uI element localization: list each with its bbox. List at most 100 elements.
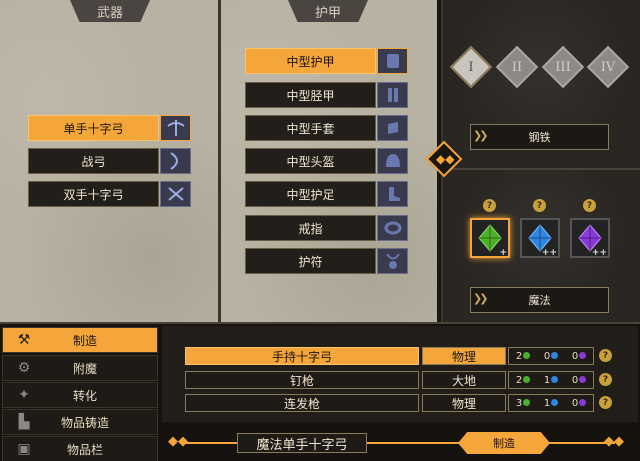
gloves-icon — [377, 115, 408, 141]
purple-gem-icon — [579, 399, 587, 406]
green-gem-icon — [523, 399, 531, 406]
help-icon[interactable]: ? — [583, 199, 596, 212]
purple-gem-icon — [579, 352, 587, 359]
recipe-cost: 3 1 0 — [508, 394, 594, 412]
sidebar-item-label: 物品铸造 — [60, 415, 109, 430]
enchant-select[interactable]: ❯❯ 魔法 — [470, 287, 609, 313]
recipe-row[interactable]: 手持十字弓 物理 2 0 0 ? — [185, 347, 612, 365]
sidebar-item-transform[interactable]: ✦ 转化 — [2, 382, 158, 408]
sidebar-item-label: 制造 — [72, 333, 97, 348]
boots-icon — [377, 181, 408, 207]
armor-item[interactable]: 中型护足 — [245, 181, 408, 207]
cost-purple: 0 — [571, 350, 579, 362]
gem-slot[interactable]: ++ — [570, 218, 610, 258]
sidebar-item-enchant[interactable]: ⚙ 附魔 — [2, 355, 158, 381]
recipe-cost: 2 0 0 — [508, 347, 594, 365]
item-name-field: 魔法单手十字弓 — [237, 433, 367, 453]
weapon-item-label: 双手十字弓 — [28, 181, 159, 207]
chest-armor-icon — [377, 48, 408, 74]
cost-purple: 0 — [571, 374, 579, 386]
armor-item-label: 护符 — [245, 248, 376, 274]
enchant-gear-icon: ⚙ — [17, 360, 31, 376]
sidebar-item-label: 物品栏 — [66, 442, 103, 457]
help-icon[interactable]: ? — [599, 396, 612, 409]
greaves-icon — [377, 82, 408, 108]
tier-label: III — [555, 59, 571, 75]
armor-item[interactable]: 中型头盔 — [245, 148, 408, 174]
enchant-label: 魔法 — [528, 294, 551, 307]
gem-slot[interactable]: + — [470, 218, 510, 258]
tier-label: I — [468, 59, 474, 75]
weapon-item[interactable]: 双手十字弓 — [28, 181, 191, 207]
two-hand-crossbow-icon — [160, 181, 191, 207]
gem-plus: ++ — [591, 248, 607, 258]
green-gem-icon — [523, 376, 531, 383]
recipe-name: 手持十字弓 — [185, 347, 419, 365]
cost-green: 2 — [515, 350, 523, 362]
recipe-type: 物理 — [422, 347, 506, 365]
armor-item-label: 戒指 — [245, 215, 376, 241]
recipe-cost: 2 1 0 — [508, 371, 594, 389]
crossbow-icon — [160, 115, 191, 141]
sidebar-item-craft[interactable]: ⚒ 制造 — [2, 327, 158, 353]
sidebar-item-forge[interactable]: ▙ 物品铸造 — [2, 409, 158, 435]
armor-item-label: 中型胫甲 — [245, 82, 376, 108]
cost-green: 2 — [515, 374, 523, 386]
armor-item[interactable]: 中型胫甲 — [245, 82, 408, 108]
armor-item-label: 中型头盔 — [245, 148, 376, 174]
gem-plus: ++ — [541, 248, 557, 258]
cost-blue: 0 — [543, 350, 551, 362]
sidebar-item-inventory[interactable]: ▣ 物品栏 — [2, 436, 158, 461]
bow-icon — [160, 148, 191, 174]
weapon-item[interactable]: 战弓 — [28, 148, 191, 174]
green-gem-icon — [478, 224, 502, 252]
material-select[interactable]: ❯❯ 钢铁 — [470, 124, 609, 150]
weapon-item-label: 战弓 — [28, 148, 159, 174]
cost-blue: 1 — [543, 374, 551, 386]
recipe-row[interactable]: 钉枪 大地 2 1 0 ? — [185, 371, 612, 389]
backpack-icon: ▣ — [17, 441, 31, 457]
weapon-item[interactable]: 单手十字弓 — [28, 115, 191, 141]
sidebar-item-label: 附魔 — [72, 361, 97, 376]
chevron-right-icon: ❯❯ — [473, 292, 489, 305]
armor-item[interactable]: 中型手套 — [245, 115, 408, 141]
tier-label: II — [511, 59, 523, 75]
recipe-row[interactable]: 连发枪 物理 3 1 0 ? — [185, 394, 612, 412]
armor-item-label: 中型护甲 — [245, 48, 376, 74]
cost-blue: 1 — [543, 397, 551, 409]
material-label: 钢铁 — [528, 131, 551, 144]
ring-icon — [377, 215, 408, 241]
armor-header: 护甲 — [288, 0, 368, 22]
recipe-type: 大地 — [422, 371, 506, 389]
help-icon[interactable]: ? — [533, 199, 546, 212]
blue-gem-icon — [551, 376, 559, 383]
anvil-icon: ▙ — [18, 414, 30, 430]
footer-right-diamond-icon: ◆◆ — [604, 434, 624, 449]
cost-green: 3 — [515, 397, 523, 409]
blue-gem-icon — [551, 352, 559, 359]
recipe-name: 钉枪 — [185, 371, 419, 389]
weapon-item-label: 单手十字弓 — [28, 115, 159, 141]
green-gem-icon — [523, 352, 531, 359]
transform-icon: ✦ — [18, 387, 30, 403]
help-icon[interactable]: ? — [599, 349, 612, 362]
armor-item[interactable]: 戒指 — [245, 215, 408, 241]
helmet-icon — [377, 148, 408, 174]
gem-plus: + — [499, 248, 507, 258]
recipe-name: 连发枪 — [185, 394, 419, 412]
weapons-header: 武器 — [70, 0, 150, 22]
craft-button[interactable]: 制造 — [458, 432, 550, 454]
footer-left-diamond-icon: ◆◆ — [168, 434, 188, 449]
gem-slot[interactable]: ++ — [520, 218, 560, 258]
hammer-wrench-icon: ⚒ — [17, 332, 31, 348]
chevron-right-icon: ❯❯ — [473, 129, 489, 142]
cost-purple: 0 — [571, 397, 579, 409]
armor-item[interactable]: 中型护甲 — [245, 48, 408, 74]
sidebar-item-label: 转化 — [72, 388, 97, 403]
help-icon[interactable]: ? — [599, 373, 612, 386]
purple-gem-icon — [579, 376, 587, 383]
armor-item[interactable]: 护符 — [245, 248, 408, 274]
tier-label: IV — [600, 59, 616, 75]
help-icon[interactable]: ? — [483, 199, 496, 212]
recipe-type: 物理 — [422, 394, 506, 412]
